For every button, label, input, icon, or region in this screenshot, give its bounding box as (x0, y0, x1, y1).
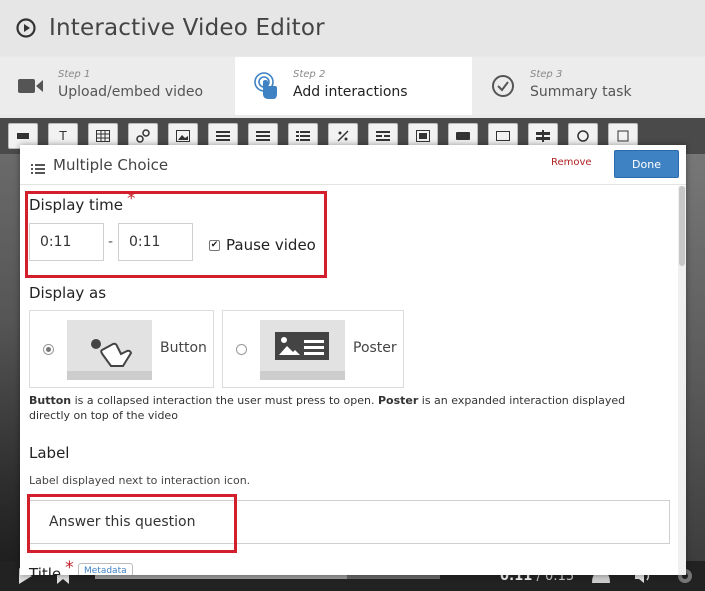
display-time-highlight (25, 191, 327, 278)
text-glyph: T (59, 129, 67, 143)
video-camera-icon (18, 73, 44, 99)
check-circle-icon (490, 73, 516, 99)
desc-text: is a collapsed interaction the user must… (71, 394, 378, 407)
button-preview-image (67, 320, 152, 380)
desc-poster-term: Poster (377, 394, 419, 407)
label-field-help: Label displayed next to interaction icon… (29, 474, 251, 487)
label-field-label: Label (29, 444, 70, 462)
step-label: Summary task (530, 84, 632, 100)
done-button[interactable]: Done (614, 150, 679, 178)
dialog-header: Multiple Choice Remove Done (20, 145, 686, 185)
dialog-scrollbar[interactable] (678, 186, 686, 575)
poster-preview-image (260, 320, 345, 380)
step-label: Upload/embed video (58, 84, 204, 100)
step-tab-add-interactions[interactable]: Step 2 Add interactions (235, 57, 472, 115)
step-number: Step 3 (530, 69, 563, 80)
poster-icon (275, 332, 329, 360)
display-as-description: Button is a collapsed interaction the us… (29, 393, 629, 423)
video-frame-left (0, 154, 20, 574)
option-name: Poster (353, 340, 397, 356)
tap-hand-icon (91, 339, 133, 367)
display-as-poster-option[interactable]: Poster (222, 310, 404, 388)
title-field-text: Title (29, 565, 62, 575)
app-title: Interactive Video Editor (49, 15, 325, 41)
required-mark: * (65, 558, 74, 575)
metadata-button[interactable]: Metadata (78, 563, 133, 575)
step-number: Step 1 (58, 69, 91, 80)
dialog-title: Multiple Choice (53, 156, 169, 174)
step-label: Add interactions (293, 84, 408, 100)
label-input-highlight (27, 494, 237, 553)
desc-button-term: Button (29, 394, 72, 407)
interaction-dialog: Multiple Choice Remove Done Display time… (20, 145, 686, 575)
preview-strip (260, 371, 345, 380)
preview-strip (67, 371, 152, 380)
list-icon (31, 159, 45, 178)
step-number: Step 2 (293, 69, 326, 80)
radio-unselected[interactable] (236, 344, 247, 355)
scrollbar-thumb[interactable] (679, 186, 685, 266)
play-circle-icon (16, 18, 36, 38)
app-header: Interactive Video Editor (0, 0, 705, 56)
step-tab-summary[interactable]: Step 3 Summary task (472, 57, 705, 115)
remove-button[interactable]: Remove (551, 157, 592, 168)
step-tabs: Step 1 Upload/embed video Step 2 Add int… (0, 57, 705, 115)
step-tab-upload[interactable]: Step 1 Upload/embed video (0, 57, 235, 115)
option-name: Button (160, 340, 207, 356)
display-as-button-option[interactable]: Button (29, 310, 214, 388)
title-field-label: Title * (29, 558, 74, 575)
radio-selected[interactable] (43, 344, 54, 355)
dialog-body: Display time * 0:11 - 0:11 ✔ Pause video … (20, 186, 680, 575)
display-as-label: Display as (29, 284, 107, 302)
touch-hand-icon (253, 72, 279, 99)
